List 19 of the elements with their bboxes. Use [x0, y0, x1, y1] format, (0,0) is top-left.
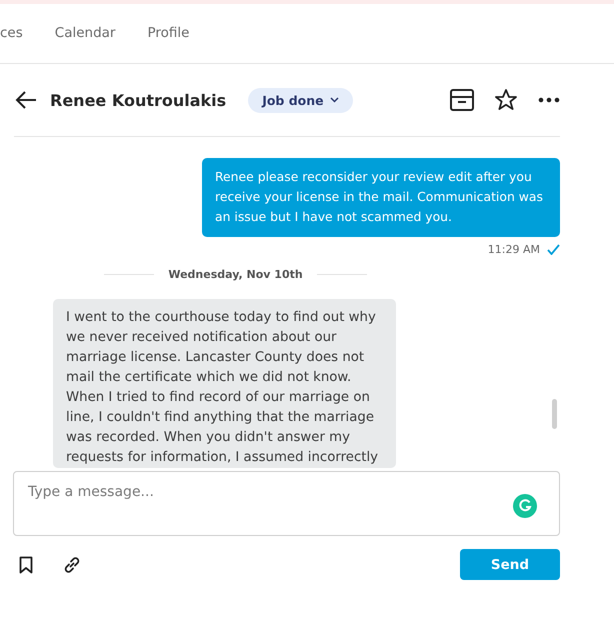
- contact-name: Renee Koutroulakis: [50, 90, 226, 110]
- message-time: 11:29 AM: [488, 243, 540, 256]
- received-message: I went to the courthouse today to find out why we never received notification about our marriage license. Lancaster County does not mail the certificate which we did not know. When I tried to find record of our marriage on line, I couldn't find anything that the marriage was recorded. When you didn't answer my requests for information, I assumed incorrectly: [53, 299, 396, 468]
- chevron-down-icon: [330, 97, 339, 103]
- archive-icon[interactable]: [450, 89, 474, 111]
- nav-tab[interactable]: Profile: [147, 20, 190, 46]
- star-icon[interactable]: [494, 88, 518, 112]
- nav-tab[interactable]: Calendar: [54, 20, 116, 46]
- date-divider: Wednesday, Nov 10th: [168, 268, 303, 281]
- status-dropdown[interactable]: Job done: [248, 88, 353, 112]
- message-input[interactable]: Type a message...: [13, 471, 560, 536]
- more-options-icon[interactable]: [538, 97, 560, 103]
- bookmark-icon[interactable]: [19, 556, 33, 574]
- scrollbar[interactable]: [552, 399, 557, 429]
- attachment-icon[interactable]: [63, 556, 81, 574]
- sent-message: Renee please reconsider your review edit after you receive your license in the mail. Communication was an issue but I have not scammed you.: [202, 158, 560, 237]
- nav-tab[interactable]: ces: [0, 20, 23, 46]
- send-button[interactable]: Send: [460, 549, 560, 580]
- back-arrow-icon[interactable]: [14, 90, 38, 110]
